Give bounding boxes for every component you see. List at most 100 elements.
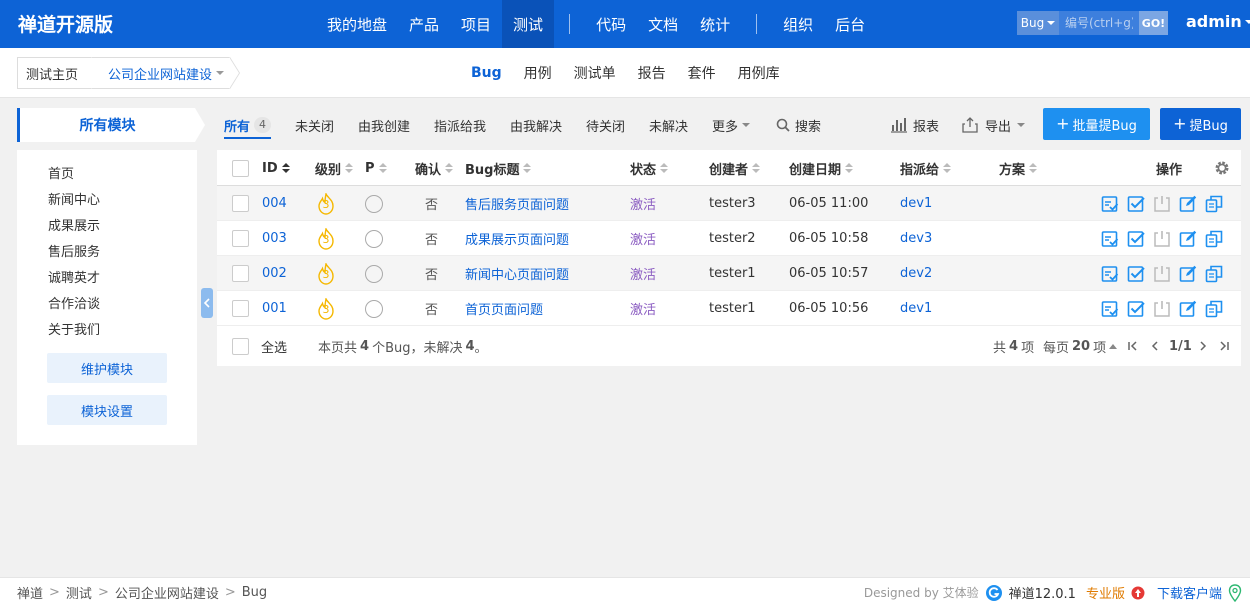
col-resolution[interactable]: 方案 (999, 150, 1038, 186)
assigned-to-link[interactable]: dev3 (900, 221, 932, 256)
filter-more-dropdown[interactable]: 更多 (712, 108, 751, 142)
row-checkbox[interactable] (232, 265, 249, 282)
col-severity[interactable]: 级别 (315, 150, 354, 186)
confirm-bug-button[interactable] (1101, 195, 1119, 213)
confirm-bug-button[interactable] (1101, 265, 1119, 283)
report-button[interactable]: 报表 (890, 108, 939, 142)
brand-title[interactable]: 禅道开源版 (18, 10, 113, 37)
pager-last-button[interactable] (1218, 326, 1230, 366)
quick-search-type-dropdown[interactable]: Bug (1017, 11, 1059, 35)
breadcrumb-project-dropdown[interactable]: 公司企业网站建设 (92, 57, 230, 89)
column-settings-button[interactable] (1214, 150, 1230, 186)
col-date[interactable]: 创建日期 (789, 150, 854, 186)
edit-bug-button[interactable] (1179, 195, 1197, 213)
bug-title-link[interactable]: 成果展示页面问题 (465, 221, 569, 256)
batch-create-bug-button[interactable]: + 批量提Bug (1043, 108, 1150, 140)
filter-tab-opened-by-me[interactable]: 由我创建 (358, 108, 410, 142)
pro-edition-link[interactable]: 专业版 (1086, 583, 1125, 602)
edit-bug-button[interactable] (1179, 265, 1197, 283)
module-item-about[interactable]: 关于我们 (48, 318, 100, 344)
quick-search-input[interactable] (1059, 11, 1139, 35)
nav-company[interactable]: 组织 (772, 0, 824, 48)
bug-id-link[interactable]: 004 (262, 186, 287, 221)
search-toggle[interactable]: 搜索 (776, 108, 821, 142)
col-title[interactable]: Bug标题 (465, 150, 532, 186)
nav-my[interactable]: 我的地盘 (316, 0, 398, 48)
footer-crumb-zentao[interactable]: 禅道 (17, 583, 43, 602)
select-all-checkbox[interactable]: 全选 (232, 326, 287, 366)
manage-module-button[interactable]: 维护模块 (47, 353, 167, 383)
checkbox[interactable] (232, 337, 249, 355)
resolve-bug-button[interactable] (1127, 230, 1145, 248)
row-checkbox[interactable] (232, 195, 249, 212)
zentao-version[interactable]: 禅道12.0.1 (1009, 583, 1076, 602)
col-assigned[interactable]: 指派给 (900, 150, 952, 186)
assigned-to-link[interactable]: dev1 (900, 291, 932, 326)
bug-title-link[interactable]: 首页页面问题 (465, 291, 543, 326)
resolve-bug-button[interactable] (1127, 300, 1145, 318)
select-all-header-checkbox[interactable] (232, 150, 249, 186)
tab-testtask[interactable]: 测试单 (563, 63, 627, 83)
nav-project[interactable]: 项目 (450, 0, 502, 48)
tab-case[interactable]: 用例 (513, 63, 563, 83)
assigned-to-link[interactable]: dev1 (900, 186, 932, 221)
tab-suite[interactable]: 套件 (677, 63, 727, 83)
nav-admin[interactable]: 后台 (824, 0, 876, 48)
assigned-to-link[interactable]: dev2 (900, 256, 932, 291)
filter-tab-resolved-by-me[interactable]: 由我解决 (510, 108, 562, 142)
module-item-cooperation[interactable]: 合作洽谈 (48, 292, 100, 318)
row-checkbox[interactable] (232, 300, 249, 317)
row-checkbox[interactable] (232, 230, 249, 247)
bug-title-link[interactable]: 售后服务页面问题 (465, 186, 569, 221)
col-creator[interactable]: 创建者 (709, 150, 761, 186)
filter-tab-all[interactable]: 所有 4 (224, 108, 272, 142)
user-menu[interactable]: admin (1186, 12, 1250, 31)
filter-tab-to-close[interactable]: 待关闭 (586, 108, 625, 142)
copy-bug-button[interactable] (1205, 230, 1223, 248)
filter-tab-unclosed[interactable]: 未关闭 (295, 108, 334, 142)
copy-bug-button[interactable] (1205, 265, 1223, 283)
checkbox[interactable] (232, 159, 249, 177)
footer-crumb-test[interactable]: 测试 (66, 583, 92, 602)
pager-next-button[interactable] (1198, 326, 1208, 366)
col-pri[interactable]: P (365, 150, 387, 186)
confirm-bug-button[interactable] (1101, 230, 1119, 248)
designed-by[interactable]: Designed by 艾体验 (864, 584, 979, 601)
bug-id-link[interactable]: 003 (262, 221, 287, 256)
export-dropdown[interactable]: 导出 (961, 108, 1026, 142)
nav-doc[interactable]: 文档 (637, 0, 689, 48)
nav-report[interactable]: 统计 (689, 0, 741, 48)
module-item-home[interactable]: 首页 (48, 162, 100, 188)
copy-bug-button[interactable] (1205, 195, 1223, 213)
module-item-showcase[interactable]: 成果展示 (48, 214, 100, 240)
create-bug-button[interactable]: + 提Bug (1160, 108, 1241, 140)
copy-bug-button[interactable] (1205, 300, 1223, 318)
bug-id-link[interactable]: 002 (262, 256, 287, 291)
col-id[interactable]: ID (262, 150, 290, 186)
module-settings-button[interactable]: 模块设置 (47, 395, 167, 425)
sidebar-title[interactable]: 所有模块 (17, 108, 195, 142)
filter-tab-unresolved[interactable]: 未解决 (649, 108, 688, 142)
resolve-bug-button[interactable] (1127, 195, 1145, 213)
edit-bug-button[interactable] (1179, 230, 1197, 248)
sidebar-collapse-handle[interactable] (201, 288, 213, 318)
col-status[interactable]: 状态 (630, 150, 669, 186)
resolve-bug-button[interactable] (1127, 265, 1145, 283)
nav-code[interactable]: 代码 (585, 0, 637, 48)
pager-prev-button[interactable] (1150, 326, 1160, 366)
download-client-link[interactable]: 下载客户端 (1157, 583, 1222, 602)
nav-test[interactable]: 测试 (502, 0, 555, 48)
tab-report[interactable]: 报告 (627, 63, 677, 83)
module-item-news[interactable]: 新闻中心 (48, 188, 100, 214)
col-confirmed[interactable]: 确认 (415, 150, 454, 186)
confirm-bug-button[interactable] (1101, 300, 1119, 318)
quick-search-go-button[interactable]: GO! (1139, 11, 1168, 35)
tab-caselib[interactable]: 用例库 (727, 63, 791, 83)
module-item-jobs[interactable]: 诚聘英才 (48, 266, 100, 292)
nav-product[interactable]: 产品 (398, 0, 450, 48)
bug-id-link[interactable]: 001 (262, 291, 287, 326)
filter-tab-assigned-to-me[interactable]: 指派给我 (434, 108, 486, 142)
footer-crumb-project[interactable]: 公司企业网站建设 (115, 583, 219, 602)
pager-first-button[interactable] (1127, 326, 1139, 366)
bug-title-link[interactable]: 新闻中心页面问题 (465, 256, 569, 291)
